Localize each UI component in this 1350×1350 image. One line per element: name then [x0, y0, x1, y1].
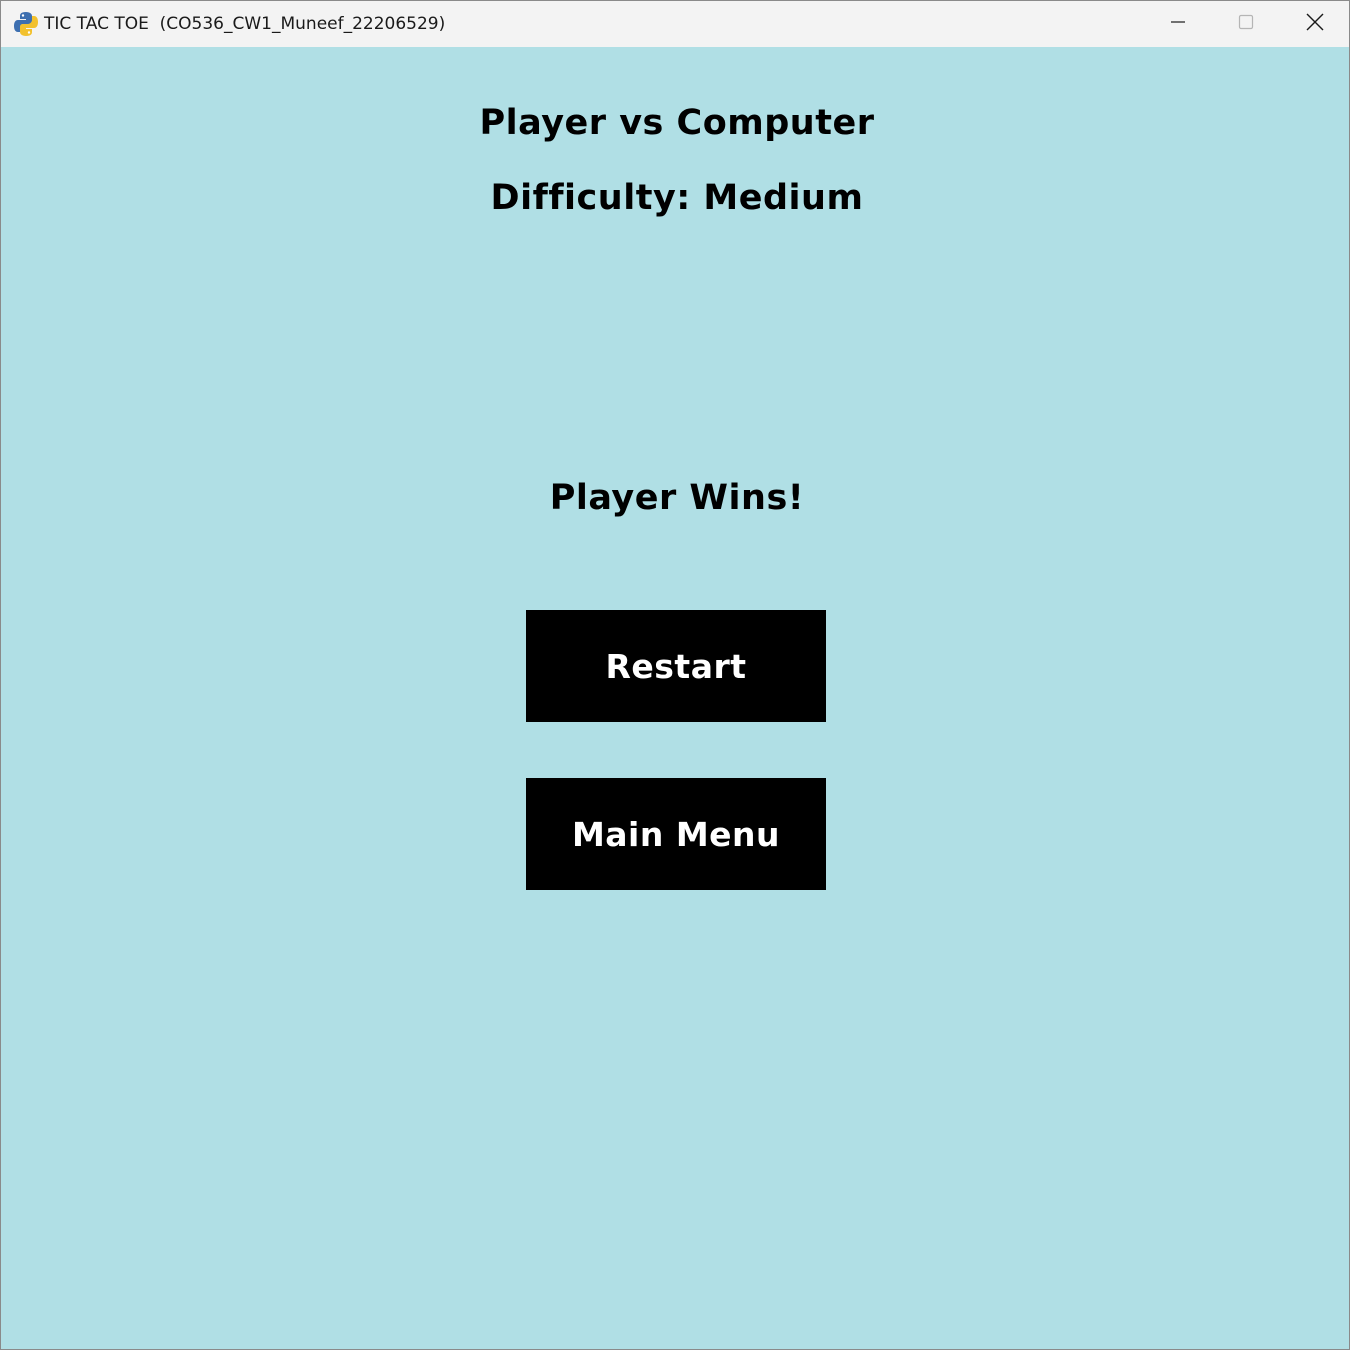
- game-result-message: Player Wins!: [549, 478, 805, 518]
- difficulty-label: Difficulty: Medium: [490, 178, 864, 218]
- mode-title: Player vs Computer: [479, 103, 875, 143]
- close-icon: [1306, 13, 1324, 36]
- minimize-icon: [1170, 14, 1186, 35]
- restart-button-label: Restart: [605, 646, 747, 686]
- game-canvas: Player vs Computer Difficulty: Medium Pl…: [1, 47, 1349, 1349]
- app-window: TIC TAC TOE (CO536_CW1_Muneef_22206529): [0, 0, 1350, 1350]
- close-button[interactable]: [1281, 1, 1349, 47]
- restart-button[interactable]: Restart: [526, 610, 826, 722]
- window-title: TIC TAC TOE (CO536_CW1_Muneef_22206529): [44, 14, 446, 34]
- title-bar[interactable]: TIC TAC TOE (CO536_CW1_Muneef_22206529): [1, 1, 1349, 47]
- python-snake-icon: [14, 11, 38, 37]
- minimize-button[interactable]: [1144, 1, 1212, 47]
- main-menu-button[interactable]: Main Menu: [526, 778, 826, 890]
- main-menu-button-label: Main Menu: [571, 814, 781, 854]
- maximize-button[interactable]: [1212, 1, 1280, 47]
- maximize-icon: [1238, 14, 1254, 35]
